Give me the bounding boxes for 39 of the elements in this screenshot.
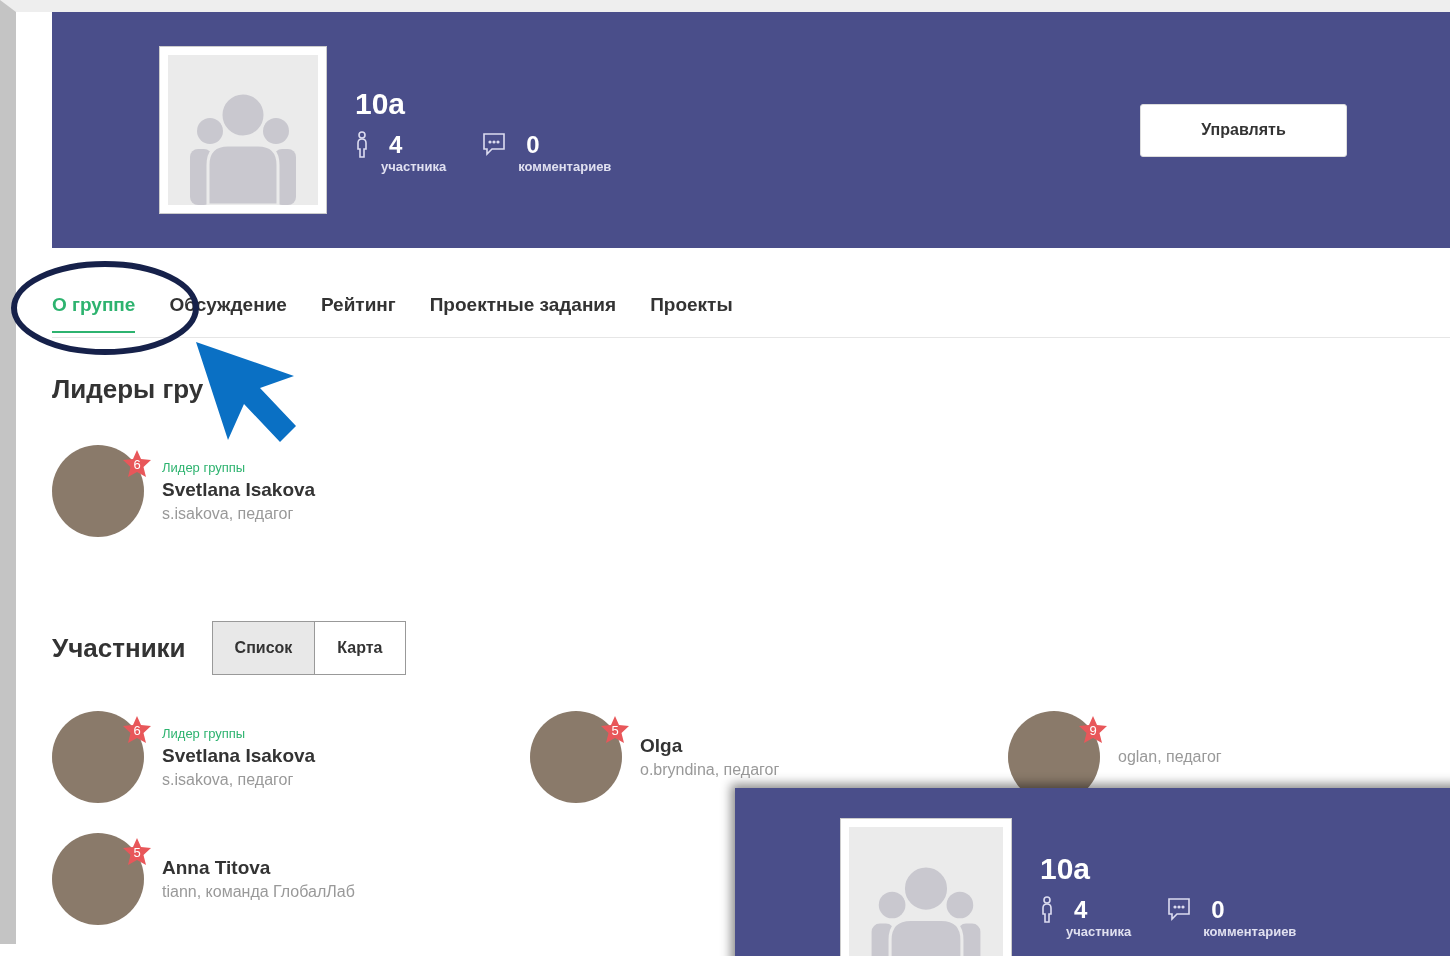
comments-count: 0 [1211,896,1226,924]
comment-icon [1167,897,1192,923]
comments-count: 0 [526,130,541,159]
member-name[interactable]: Svetlana Isakova [162,744,316,767]
person-icon [355,130,369,159]
section-heading: Участники [52,632,186,664]
person-icon [1040,896,1054,924]
rank-star-badge: 5 [600,715,630,745]
comment-icon [482,131,507,158]
group-title: 10a [355,86,407,121]
members-count: 4 [389,130,404,159]
rank-star-badge: 9 [1078,715,1108,745]
rank-star-badge: 5 [122,837,152,867]
members-label: участника [381,158,447,174]
tab[interactable]: Проектные задания [429,288,617,333]
member-login: s.isakova, педагог [162,504,295,523]
comments-label: комментариев [1203,924,1297,939]
view-toggle-button[interactable]: Список [211,621,316,675]
rank-star-badge: 6 [122,449,152,479]
section-heading: Лидеры гру [52,374,205,405]
tab[interactable]: Рейтинг [320,288,396,333]
role-label: Лидер группы [162,725,247,741]
member-login: s.isakova, педагог [162,770,295,789]
role-label: Лидер группы [162,459,247,475]
tab[interactable]: Проекты [650,288,733,333]
manage-button[interactable]: Управлять [1140,103,1347,157]
member-login: tiann, команда ГлобалЛаб [162,883,355,901]
member-name[interactable]: Svetlana Isakova [162,478,316,501]
comments-label: комментариев [518,158,612,174]
members-count: 4 [1074,896,1089,924]
member-login: o.bryndina, педагог [640,761,780,779]
member-login: oglan, педагог [1118,748,1222,766]
group-placeholder-icon [168,55,318,205]
rank-star-badge: 6 [122,715,152,745]
member-name[interactable]: Anna Titova [162,857,355,879]
view-toggle-button[interactable]: Карта [315,621,406,675]
members-label: участника [1066,924,1132,939]
group-title: 10a [1040,852,1092,886]
member-name[interactable]: Olga [640,735,780,757]
